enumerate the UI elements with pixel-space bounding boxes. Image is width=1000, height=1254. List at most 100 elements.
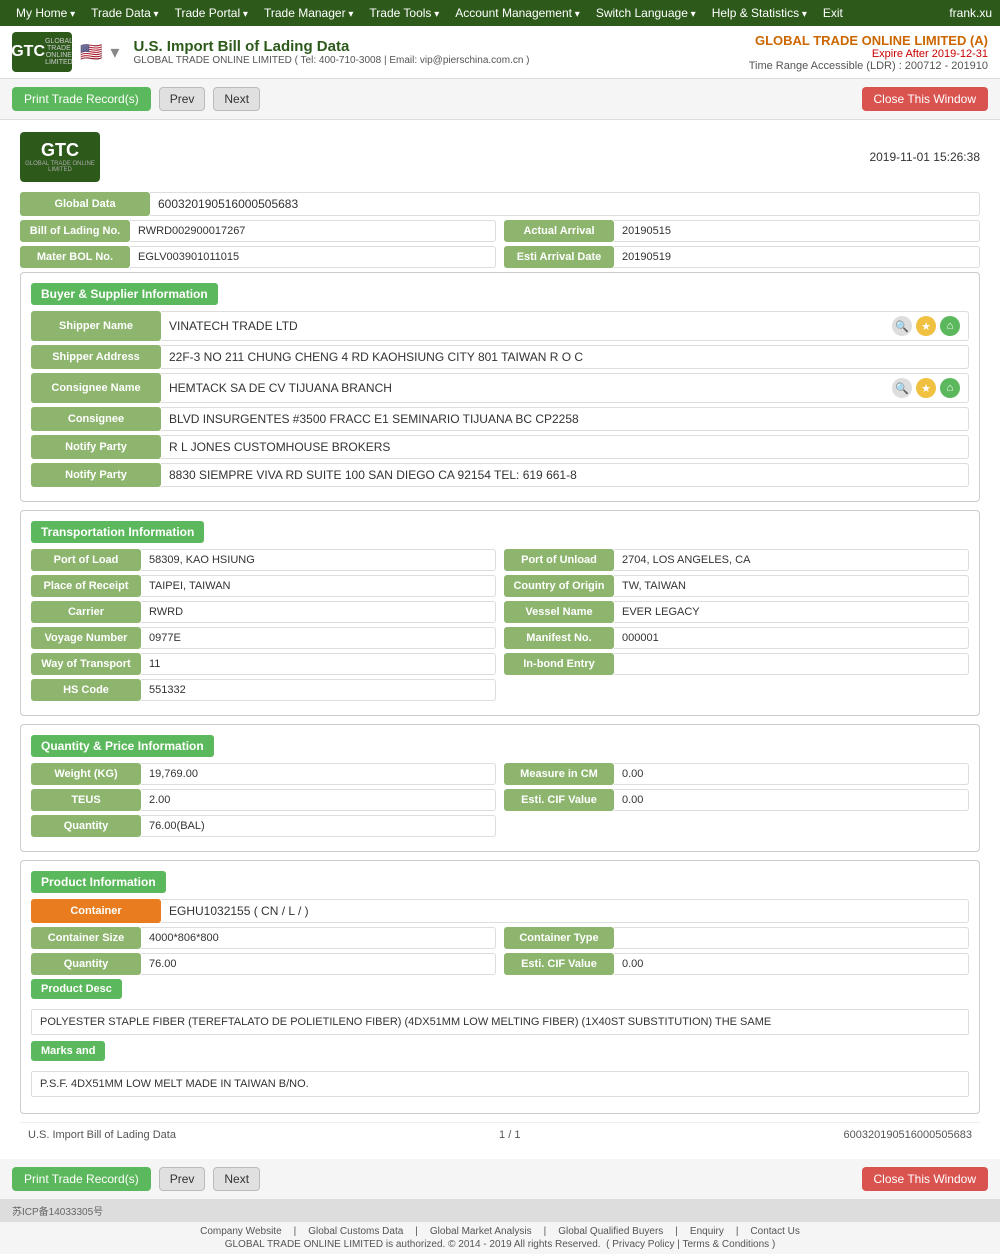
vessel-label: Vessel Name: [504, 601, 614, 623]
link-qualified-buyers[interactable]: Global Qualified Buyers: [558, 1226, 663, 1237]
footer-middle: 1 / 1: [499, 1129, 520, 1141]
link-contact-us[interactable]: Contact Us: [750, 1226, 799, 1237]
weight-label: Weight (KG): [31, 763, 141, 785]
link-terms-conditions[interactable]: Terms & Conditions: [682, 1239, 769, 1250]
voyage-manifest-row: Voyage Number 0977E Manifest No. 000001: [31, 627, 969, 649]
page-title: U.S. Import Bill of Lading Data: [133, 38, 529, 55]
teus-label: TEUS: [31, 789, 141, 811]
consignee-name-value: HEMTACK SA DE CV TIJUANA BRANCH 🔍 ★ ⌂: [161, 373, 969, 403]
master-bol-value: EGLV003901011015: [130, 246, 496, 268]
transportation-title: Transportation Information: [31, 521, 204, 543]
top-navigation: My Home Trade Data Trade Portal Trade Ma…: [0, 0, 1000, 26]
dropdown-arrow[interactable]: ▾: [110, 42, 119, 63]
header-right-info: GLOBAL TRADE ONLINE LIMITED (A) Expire A…: [749, 33, 988, 72]
search-icon[interactable]: 🔍: [892, 316, 912, 336]
container-size-type-row: Container Size 4000*806*800 Container Ty…: [31, 927, 969, 949]
hscode-value: 551332: [141, 679, 496, 701]
link-market-analysis[interactable]: Global Market Analysis: [430, 1226, 532, 1237]
close-button-top[interactable]: Close This Window: [862, 87, 988, 111]
consignee-search-icon[interactable]: 🔍: [892, 378, 912, 398]
port-unload-value: 2704, LOS ANGELES, CA: [614, 549, 969, 571]
product-title: Product Information: [31, 871, 166, 893]
company-name: GLOBAL TRADE ONLINE LIMITED (A): [749, 33, 988, 48]
nav-trade-portal[interactable]: Trade Portal: [167, 2, 256, 24]
place-receipt-value: TAIPEI, TAIWAN: [141, 575, 496, 597]
nav-help-statistics[interactable]: Help & Statistics: [704, 2, 815, 24]
carrier-vessel-row: Carrier RWRD Vessel Name EVER LEGACY: [31, 601, 969, 623]
actual-arrival-value: 20190515: [614, 220, 980, 242]
carrier-pair: Carrier RWRD: [31, 601, 496, 623]
global-data-row: Global Data 600320190516000505683: [20, 192, 980, 216]
bol-pair: Bill of Lading No. RWRD002900017267: [20, 220, 496, 242]
place-receipt-pair: Place of Receipt TAIPEI, TAIWAN: [31, 575, 496, 597]
actual-arrival-pair: Actual Arrival 20190515: [504, 220, 980, 242]
marks-value: P.S.F. 4DX51MM LOW MELT MADE IN TAIWAN B…: [31, 1071, 969, 1097]
container-size-pair: Container Size 4000*806*800: [31, 927, 496, 949]
contact-info: GLOBAL TRADE ONLINE LIMITED ( Tel: 400-7…: [133, 55, 529, 66]
quantity-price-section: Quantity & Price Information Weight (KG)…: [20, 724, 980, 852]
nav-switch-language[interactable]: Switch Language: [588, 2, 704, 24]
hscode-pair: HS Code 551332: [31, 679, 496, 701]
consignee-name-row: Consignee Name HEMTACK SA DE CV TIJUANA …: [31, 373, 969, 403]
logo-gtc: GTC: [11, 43, 45, 61]
ldr-info: Time Range Accessible (LDR) : 200712 - 2…: [749, 60, 988, 72]
notify-party-2-row: Notify Party 8830 SIEMPRE VIVA RD SUITE …: [31, 463, 969, 487]
nav-trade-data[interactable]: Trade Data: [83, 2, 166, 24]
esti-arrival-label: Esti Arrival Date: [504, 246, 614, 268]
consignee-star-icon[interactable]: ★: [916, 378, 936, 398]
quantity-value: 76.00(BAL): [141, 815, 496, 837]
country-origin-pair: Country of Origin TW, TAIWAN: [504, 575, 969, 597]
esti-arrival-pair: Esti Arrival Date 20190519: [504, 246, 980, 268]
nav-account-management[interactable]: Account Management: [447, 2, 588, 24]
notify-party-2-value: 8830 SIEMPRE VIVA RD SUITE 100 SAN DIEGO…: [161, 463, 969, 487]
shipper-name-text: VINATECH TRADE LTD: [169, 319, 298, 333]
port-load-value: 58309, KAO HSIUNG: [141, 549, 496, 571]
voyage-value: 0977E: [141, 627, 496, 649]
header-title-area: U.S. Import Bill of Lading Data GLOBAL T…: [133, 38, 529, 66]
quantity-price-title: Quantity & Price Information: [31, 735, 214, 757]
nav-trade-tools[interactable]: Trade Tools: [361, 2, 447, 24]
record-logo-box: GTC GLOBAL TRADE ONLINE LIMITED: [20, 132, 100, 182]
nav-exit[interactable]: Exit: [815, 6, 851, 20]
nav-trade-manager[interactable]: Trade Manager: [256, 2, 361, 24]
vessel-value: EVER LEGACY: [614, 601, 969, 623]
buyer-supplier-section: Buyer & Supplier Information Shipper Nam…: [20, 272, 980, 502]
print-button-top[interactable]: Print Trade Record(s): [12, 87, 151, 111]
nav-my-home[interactable]: My Home: [8, 2, 83, 24]
shipper-name-row: Shipper Name VINATECH TRADE LTD 🔍 ★ ⌂: [31, 311, 969, 341]
consignee-icons: 🔍 ★ ⌂: [892, 378, 960, 398]
prev-button-top[interactable]: Prev: [159, 87, 206, 111]
inbond-label: In-bond Entry: [504, 653, 614, 675]
prev-button-bottom[interactable]: Prev: [159, 1167, 206, 1191]
link-company-website[interactable]: Company Website: [200, 1226, 282, 1237]
print-button-bottom[interactable]: Print Trade Record(s): [12, 1167, 151, 1191]
manifest-value: 000001: [614, 627, 969, 649]
product-desc-label: Product Desc: [31, 979, 122, 999]
master-bol-row: Mater BOL No. EGLV003901011015 Esti Arri…: [20, 246, 980, 268]
user-name: frank.xu: [949, 6, 992, 20]
close-button-bottom[interactable]: Close This Window: [862, 1167, 988, 1191]
link-customs-data[interactable]: Global Customs Data: [308, 1226, 403, 1237]
product-section: Product Information Container EGHU103215…: [20, 860, 980, 1114]
logo-subtitle: GLOBAL TRADE ONLINE LIMITED: [45, 38, 73, 66]
link-enquiry[interactable]: Enquiry: [690, 1226, 724, 1237]
carrier-value: RWRD: [141, 601, 496, 623]
container-size-label: Container Size: [31, 927, 141, 949]
star-icon[interactable]: ★: [916, 316, 936, 336]
bottom-bar: Company Website | Global Customs Data | …: [0, 1221, 1000, 1254]
global-data-label: Global Data: [20, 192, 150, 216]
home-icon[interactable]: ⌂: [940, 316, 960, 336]
consignee-home-icon[interactable]: ⌂: [940, 378, 960, 398]
logo-area: GTC GLOBAL TRADE ONLINE LIMITED: [12, 32, 72, 72]
shipper-icons: 🔍 ★ ⌂: [892, 316, 960, 336]
link-privacy-policy[interactable]: Privacy Policy: [612, 1239, 674, 1250]
container-size-value: 4000*806*800: [141, 927, 496, 949]
copyright-text: GLOBAL TRADE ONLINE LIMITED is authorize…: [12, 1239, 988, 1250]
toolbar-bottom: Print Trade Record(s) Prev Next Close Th…: [0, 1159, 1000, 1200]
prod-esti-cif-label: Esti. CIF Value: [504, 953, 614, 975]
icp-bar: 苏ICP备14033305号: [0, 1200, 1000, 1221]
next-button-bottom[interactable]: Next: [213, 1167, 260, 1191]
next-button-top[interactable]: Next: [213, 87, 260, 111]
expire-date: Expire After 2019-12-31: [749, 48, 988, 60]
voyage-pair: Voyage Number 0977E: [31, 627, 496, 649]
